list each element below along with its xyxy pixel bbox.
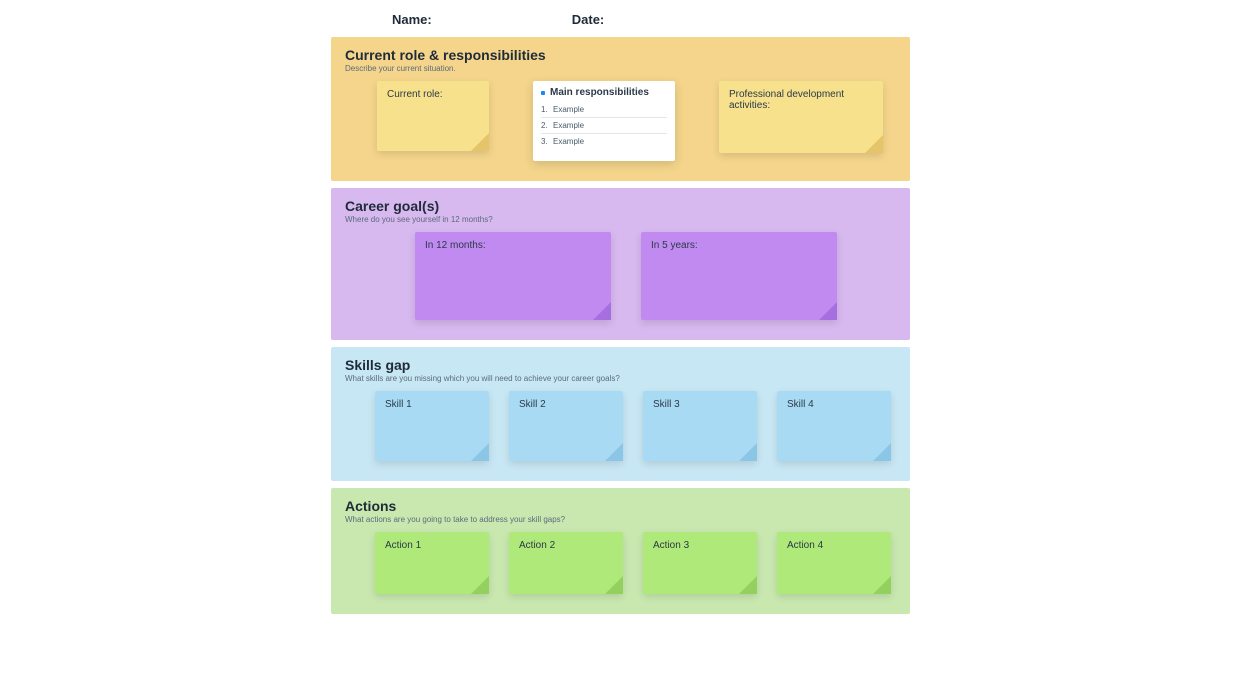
note-action[interactable]: Action 4 [777,532,891,594]
section-title: Skills gap [345,357,896,373]
list-item[interactable]: Example [541,102,667,118]
section-current-role: Current role & responsibilities Describe… [331,37,910,181]
list-item[interactable]: Example [541,134,667,149]
note-fold-icon [873,443,891,461]
section-actions: Actions What actions are you going to ta… [331,488,910,614]
note-fold-icon [605,443,623,461]
note-fold-icon [605,576,623,594]
note-label: In 5 years: [651,240,698,251]
note-action[interactable]: Action 1 [375,532,489,594]
note-fold-icon [471,443,489,461]
section-subtitle: Describe your current situation. [345,64,896,73]
note-fold-icon [739,576,757,594]
note-fold-icon [739,443,757,461]
note-label: In 12 months: [425,240,486,251]
name-label: Name: [392,12,432,27]
note-skill[interactable]: Skill 3 [643,391,757,461]
note-skill[interactable]: Skill 2 [509,391,623,461]
list-item[interactable]: Example [541,118,667,134]
note-label: Skill 4 [787,399,814,410]
note-label: Action 2 [519,540,555,551]
note-label: Skill 2 [519,399,546,410]
career-plan-template: Name: Date: Current role & responsibilit… [0,0,1241,641]
card-title: Main responsibilities [550,87,649,98]
section-title: Actions [345,498,896,514]
note-fold-icon [471,133,489,151]
section-skills-gap: Skills gap What skills are you missing w… [331,347,910,481]
section-title: Current role & responsibilities [345,47,896,63]
note-fold-icon [865,135,883,153]
bullet-icon [541,91,545,95]
note-label: Professional development activities: [729,89,844,111]
section-career-goals: Career goal(s) Where do you see yourself… [331,188,910,340]
note-professional-development[interactable]: Professional development activities: [719,81,883,153]
note-label: Skill 1 [385,399,412,410]
note-fold-icon [593,302,611,320]
note-5-years[interactable]: In 5 years: [641,232,837,320]
section-subtitle: Where do you see yourself in 12 months? [345,215,896,224]
note-fold-icon [819,302,837,320]
section-subtitle: What skills are you missing which you wi… [345,374,896,383]
note-fold-icon [873,576,891,594]
note-current-role[interactable]: Current role: [377,81,489,151]
note-skill[interactable]: Skill 4 [777,391,891,461]
date-label: Date: [572,12,605,27]
section-subtitle: What actions are you going to take to ad… [345,515,896,524]
note-label: Action 1 [385,540,421,551]
header-row: Name: Date: [0,12,1241,27]
note-label: Action 3 [653,540,689,551]
note-action[interactable]: Action 3 [643,532,757,594]
note-12-months[interactable]: In 12 months: [415,232,611,320]
note-fold-icon [471,576,489,594]
note-label: Action 4 [787,540,823,551]
note-label: Current role: [387,89,443,100]
section-title: Career goal(s) [345,198,896,214]
note-action[interactable]: Action 2 [509,532,623,594]
responsibilities-list: Example Example Example [541,102,667,149]
card-main-responsibilities[interactable]: Main responsibilities Example Example Ex… [533,81,675,161]
note-skill[interactable]: Skill 1 [375,391,489,461]
note-label: Skill 3 [653,399,680,410]
